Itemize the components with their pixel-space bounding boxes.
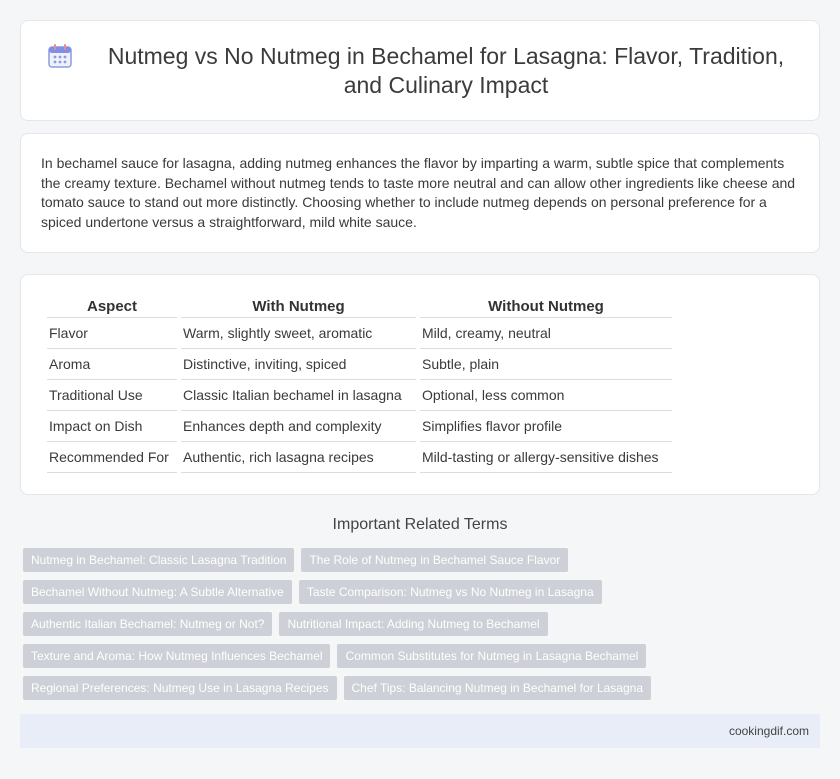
table-cell: Flavor — [47, 318, 177, 349]
table-cell: Simplifies flavor profile — [420, 411, 672, 442]
related-term-tag[interactable]: Bechamel Without Nutmeg: A Subtle Altern… — [23, 580, 292, 604]
related-term-tag[interactable]: The Role of Nutmeg in Bechamel Sauce Fla… — [301, 548, 569, 572]
tag-row: Nutmeg in Bechamel: Classic Lasagna Trad… — [23, 548, 803, 572]
related-terms-heading: Important Related Terms — [332, 516, 508, 533]
comparison-table: Aspect With Nutmeg Without Nutmeg Flavor… — [43, 294, 676, 473]
related-term-tag[interactable]: Taste Comparison: Nutmeg vs No Nutmeg in… — [298, 580, 602, 604]
intro-card: In bechamel sauce for lasagna, adding nu… — [20, 133, 820, 253]
related-terms-list: Nutmeg in Bechamel: Classic Lasagna Trad… — [23, 548, 803, 708]
table-cell: Warm, slightly sweet, aromatic — [181, 318, 416, 349]
table-cell: Distinctive, inviting, spiced — [181, 349, 416, 380]
table-cell: Traditional Use — [47, 380, 177, 411]
table-cell: Recommended For — [47, 442, 177, 473]
related-term-tag[interactable]: Regional Preferences: Nutmeg Use in Lasa… — [23, 676, 337, 700]
table-cell: Optional, less common — [420, 380, 672, 411]
related-term-tag[interactable]: Common Substitutes for Nutmeg in Lasagna… — [337, 644, 647, 668]
table-row: Traditional Use Classic Italian bechamel… — [47, 380, 672, 411]
header-card: Nutmeg vs No Nutmeg in Bechamel for Lasa… — [20, 20, 820, 121]
table-cell: Classic Italian bechamel in lasagna — [181, 380, 416, 411]
related-term-tag[interactable]: Texture and Aroma: How Nutmeg Influences… — [23, 644, 331, 668]
footer: cookingdif.com — [20, 714, 820, 748]
table-cell: Aroma — [47, 349, 177, 380]
column-header-aspect: Aspect — [47, 294, 177, 318]
column-header-without-nutmeg: Without Nutmeg — [420, 294, 672, 318]
page-title: Nutmeg vs No Nutmeg in Bechamel for Lasa… — [107, 42, 785, 98]
column-header-with-nutmeg: With Nutmeg — [181, 294, 416, 318]
footer-site-link[interactable]: cookingdif.com — [729, 724, 809, 738]
table-cell: Mild-tasting or allergy-sensitive dishes — [420, 442, 672, 473]
tag-row: Authentic Italian Bechamel: Nutmeg or No… — [23, 612, 803, 636]
related-term-tag[interactable]: Chef Tips: Balancing Nutmeg in Bechamel … — [343, 676, 651, 700]
related-term-tag[interactable]: Nutmeg in Bechamel: Classic Lasagna Trad… — [23, 548, 295, 572]
table-row: Flavor Warm, slightly sweet, aromatic Mi… — [47, 318, 672, 349]
table-cell: Subtle, plain — [420, 349, 672, 380]
intro-paragraph: In bechamel sauce for lasagna, adding nu… — [41, 155, 796, 230]
tag-row: Bechamel Without Nutmeg: A Subtle Altern… — [23, 580, 803, 604]
table-row: Impact on Dish Enhances depth and comple… — [47, 411, 672, 442]
related-term-tag[interactable]: Authentic Italian Bechamel: Nutmeg or No… — [23, 612, 273, 636]
tag-row: Regional Preferences: Nutmeg Use in Lasa… — [23, 676, 803, 700]
table-row: Aroma Distinctive, inviting, spiced Subt… — [47, 349, 672, 380]
table-cell: Mild, creamy, neutral — [420, 318, 672, 349]
table-cell: Authentic, rich lasagna recipes — [181, 442, 416, 473]
table-cell: Enhances depth and complexity — [181, 411, 416, 442]
related-term-tag[interactable]: Nutritional Impact: Adding Nutmeg to Bec… — [279, 612, 548, 636]
calendar-icon — [48, 43, 72, 68]
comparison-table-card: Aspect With Nutmeg Without Nutmeg Flavor… — [20, 274, 820, 495]
table-row: Recommended For Authentic, rich lasagna … — [47, 442, 672, 473]
tag-row: Texture and Aroma: How Nutmeg Influences… — [23, 644, 803, 668]
table-header-row: Aspect With Nutmeg Without Nutmeg — [47, 294, 672, 318]
table-cell: Impact on Dish — [47, 411, 177, 442]
